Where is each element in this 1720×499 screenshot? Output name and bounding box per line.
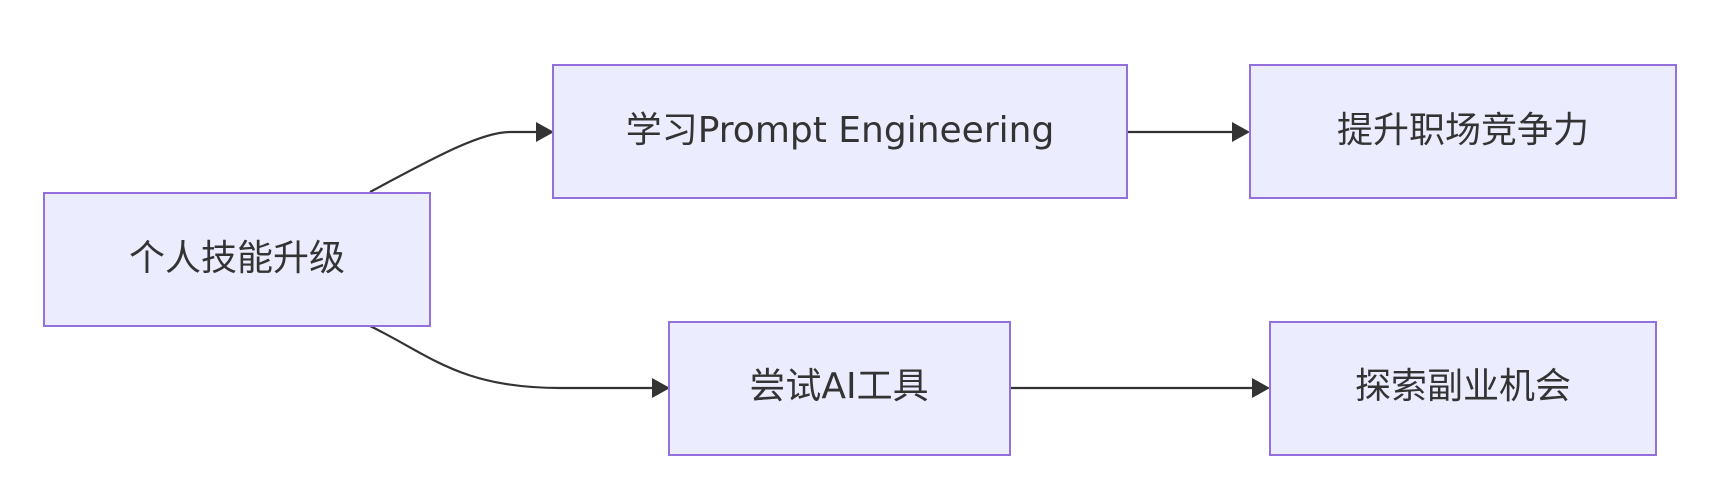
arrowhead-prompt-to-career	[1232, 122, 1250, 142]
arrowhead-root-to-ai-tools	[652, 378, 670, 398]
flowchart-diagram: 个人技能升级 学习Prompt Engineering 尝试AI工具 提升职场竞…	[43, 64, 1677, 456]
node-root-label: 个人技能升级	[129, 238, 345, 279]
node-career[interactable]: 提升职场竞争力	[1249, 64, 1677, 199]
node-prompt-engineering-label: 学习Prompt Engineering	[626, 110, 1055, 151]
node-root[interactable]: 个人技能升级	[43, 192, 431, 327]
arrowhead-root-to-prompt	[536, 122, 554, 142]
node-ai-tools[interactable]: 尝试AI工具	[668, 321, 1011, 456]
arrowhead-ai-tools-to-side-job	[1252, 378, 1270, 398]
edge-root-to-ai-tools	[369, 325, 652, 390]
node-ai-tools-label: 尝试AI工具	[749, 366, 928, 407]
node-prompt-engineering[interactable]: 学习Prompt Engineering	[552, 64, 1128, 199]
node-side-job[interactable]: 探索副业机会	[1269, 321, 1657, 456]
node-career-label: 提升职场竞争力	[1337, 110, 1589, 151]
edge-root-to-prompt	[369, 130, 536, 193]
node-side-job-label: 探索副业机会	[1355, 366, 1571, 407]
